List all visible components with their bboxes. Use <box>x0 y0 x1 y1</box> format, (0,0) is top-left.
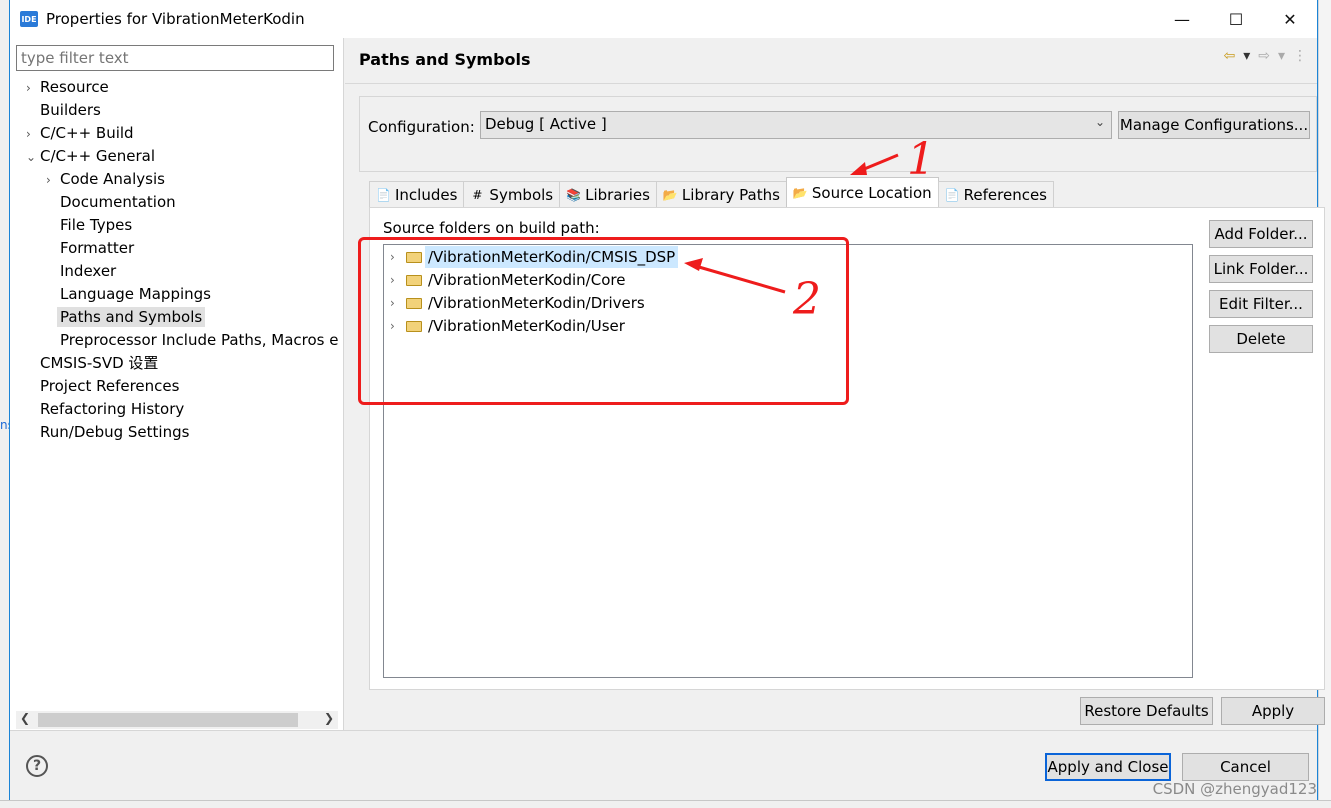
tree-item[interactable]: Formatter <box>46 237 134 260</box>
tree-item[interactable]: Documentation <box>46 191 176 214</box>
tree-item[interactable]: Language Mappings <box>46 283 211 306</box>
close-button[interactable]: ✕ <box>1263 0 1317 38</box>
dialog-button-bar: ? Apply and Close Cancel <box>10 730 1317 800</box>
tree-item-label: C/C++ Build <box>40 124 134 142</box>
help-icon[interactable]: ? <box>26 755 48 777</box>
filter-input[interactable] <box>16 45 334 71</box>
minimize-button[interactable]: — <box>1155 0 1209 38</box>
tree-item-label: Documentation <box>60 193 176 211</box>
settings-tree-pane: ›ResourceBuilders›C/C++ Build⌄C/C++ Gene… <box>10 38 344 730</box>
tree-item[interactable]: Project References <box>26 375 179 398</box>
tree-item[interactable]: Preprocessor Include Paths, Macros e <box>46 329 338 352</box>
page-content: Paths and Symbols ⇦ ▾ ⇨ ▾ ⋮ Configuratio… <box>345 38 1325 730</box>
tree-item[interactable]: Refactoring History <box>26 398 184 421</box>
scrollbar-thumb[interactable] <box>38 713 298 727</box>
annotation-number-2: 2 <box>793 274 821 325</box>
tree-item-label: Paths and Symbols <box>57 307 206 327</box>
chevron-right-icon[interactable]: › <box>26 123 40 146</box>
tree-item[interactable]: File Types <box>46 214 132 237</box>
tree-item[interactable]: Indexer <box>46 260 116 283</box>
annotation-number-1: 1 <box>907 134 935 185</box>
annotation-arrows <box>684 153 899 294</box>
properties-dialog: IDE Properties for VibrationMeterKodin —… <box>9 0 1325 800</box>
background-bottom-edge <box>0 800 1331 808</box>
tree-item-label: CMSIS-SVD 设置 <box>40 354 159 372</box>
tree-item-label: Run/Debug Settings <box>40 423 190 441</box>
tree-item-label: Refactoring History <box>40 400 185 418</box>
scroll-right-icon[interactable]: ❯ <box>324 711 334 725</box>
chevron-right-icon[interactable]: › <box>26 77 40 100</box>
horizontal-scrollbar[interactable]: ❮ ❯ <box>16 711 338 729</box>
tree-item[interactable]: Run/Debug Settings <box>26 421 189 444</box>
chevron-down-icon[interactable]: ⌄ <box>26 146 40 169</box>
tree-item-label: Project References <box>40 377 180 395</box>
tree-item-label: Resource <box>40 78 109 96</box>
tree-item-label: Language Mappings <box>60 285 211 303</box>
tree-item-label: Code Analysis <box>60 170 165 188</box>
tree-item-label: Formatter <box>60 239 135 257</box>
tree-item[interactable]: › C/C++ Build <box>26 122 134 145</box>
ide-app-icon: IDE <box>20 11 38 27</box>
tree-item[interactable]: CMSIS-SVD 设置 <box>26 352 158 375</box>
tree-item[interactable]: › Code Analysis <box>46 168 165 191</box>
scroll-left-icon[interactable]: ❮ <box>20 711 30 725</box>
window-title: Properties for VibrationMeterKodin <box>46 10 305 28</box>
watermark: CSDN @zhengyad123 <box>1152 780 1317 798</box>
chevron-right-icon[interactable]: › <box>46 169 60 192</box>
tree-item[interactable]: Builders <box>26 99 101 122</box>
annotation-arrow-1-head <box>850 162 867 175</box>
apply-and-close-button[interactable]: Apply and Close <box>1045 753 1171 781</box>
tree-item-label: File Types <box>60 216 133 234</box>
annotation-arrow-2-head <box>684 258 703 271</box>
tree-item[interactable]: › Resource <box>26 76 109 99</box>
tree-item-label: C/C++ General <box>40 147 156 165</box>
window-controls: — ☐ ✕ <box>1155 0 1317 38</box>
tree-item[interactable]: Paths and Symbols <box>46 306 206 329</box>
cancel-button[interactable]: Cancel <box>1182 753 1309 781</box>
tree-item[interactable]: ⌄ C/C++ General <box>26 145 155 168</box>
background-left-edge: ns <box>0 0 14 808</box>
tree-item-label: Indexer <box>60 262 117 280</box>
maximize-button[interactable]: ☐ <box>1209 0 1263 38</box>
tree-item-label: Builders <box>40 101 101 119</box>
title-bar: IDE Properties for VibrationMeterKodin —… <box>10 0 1317 38</box>
tree-item-label: Preprocessor Include Paths, Macros e <box>60 331 339 349</box>
annotation-arrow-2 <box>691 263 786 294</box>
